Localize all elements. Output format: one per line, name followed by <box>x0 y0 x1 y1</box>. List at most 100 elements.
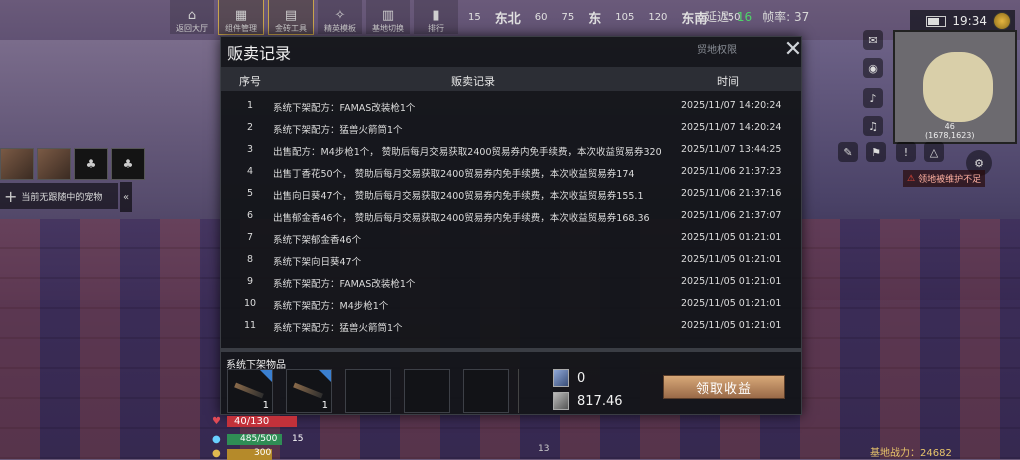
base-power: 基地战力：24682 <box>870 448 952 459</box>
row-text: 系统下架向日葵47个 <box>273 257 362 268</box>
warning-text: 领地被维护不足 <box>918 175 982 185</box>
minimap[interactable]: 46 (1678,1623) <box>893 30 1017 144</box>
alert-icon[interactable]: ! <box>896 142 916 162</box>
warning-icon[interactable]: △ <box>924 142 944 162</box>
compass-tick: 120 <box>648 11 668 23</box>
pet-avatar[interactable] <box>37 148 71 180</box>
minimap-coordinates: 46 (1678,1623) <box>925 122 975 140</box>
dialog-title: 贩卖记录 <box>227 44 292 63</box>
compass-tick: 75 <box>561 11 575 23</box>
fps-label: 帧率: <box>762 10 791 24</box>
plus-icon: + <box>4 186 18 206</box>
hud-btn-label: 排行 <box>428 24 444 33</box>
follow-pet-text: 当前无跟随中的宠物 <box>21 192 103 203</box>
follow-pet-panel[interactable]: + 当前无跟随中的宠物 <box>0 183 118 209</box>
home-icon: ⌂ <box>187 8 197 23</box>
trade-voucher-icon <box>553 392 569 410</box>
speaker-icon[interactable]: ♫ <box>863 116 883 136</box>
coin-icon[interactable] <box>993 12 1011 30</box>
row-time: 2025/11/05 01:21:01 <box>681 276 782 287</box>
flag-icon[interactable]: ⚑ <box>866 142 886 162</box>
row-index: 8 <box>246 254 254 265</box>
row-text: 系统下架配方：FAMAS改装枪1个 <box>273 279 416 290</box>
ranking-icon: ▮ <box>432 8 440 23</box>
grid-icon: ▦ <box>234 8 248 23</box>
row-index: 5 <box>246 188 254 199</box>
compass-bar: 15 东北 60 75 东 105 120 东南 150 <box>468 8 741 27</box>
row-time: 2025/11/05 01:21:01 <box>681 320 782 331</box>
column-time: 时间 <box>717 75 739 88</box>
hotbar-number: 13 <box>538 444 550 454</box>
table-row: 2 系统下架配方：猛兽火箭筒1个 2025/11/07 14:20:24 <box>221 117 801 139</box>
row-time: 2025/11/07 13:44:25 <box>681 144 782 155</box>
compass-dir: 东南 <box>681 11 708 27</box>
trade-ticket-icon <box>553 369 569 387</box>
pet-avatar-row: ♣ ♣ <box>0 148 145 180</box>
fps-readout: 帧率: 37 <box>762 8 809 25</box>
row-time: 2025/11/07 14:20:24 <box>681 122 782 133</box>
item-slot[interactable] <box>404 369 450 413</box>
compass-tick: 105 <box>615 11 635 23</box>
row-time: 2025/11/05 01:21:01 <box>681 232 782 243</box>
rifle-icon <box>293 382 323 399</box>
home-button[interactable]: ⌂ 返回大厅 <box>170 0 214 34</box>
table-row: 7 系统下架郁金香46个 2025/11/05 01:21:01 <box>221 227 801 249</box>
empty-slot-icon[interactable]: ♣ <box>111 148 145 180</box>
row-time: 2025/11/07 14:20:24 <box>681 100 782 111</box>
item-slot[interactable] <box>463 369 509 413</box>
compass-tick: 60 <box>534 11 548 23</box>
camera-icon[interactable]: ◉ <box>863 58 883 78</box>
row-index: 9 <box>246 276 254 287</box>
record-list[interactable]: 1 系统下架配方：FAMAS改装枪1个 2025/11/07 14:20:24 2 系… <box>221 95 801 347</box>
row-text: 系统下架郁金香46个 <box>273 235 362 246</box>
clock-time: 19:34 <box>952 14 987 28</box>
row-index: 2 <box>246 122 254 133</box>
table-row: 5 出售向日葵47个， 赞助后每月交易获取2400贸易券内免手续费，本次收益贸易券… <box>221 183 801 205</box>
mech-icon: ✧ <box>334 8 346 23</box>
row-index: 7 <box>246 232 254 243</box>
item-slot[interactable] <box>345 369 391 413</box>
row-time: 2025/11/05 01:21:01 <box>681 298 782 309</box>
table-row: 10 系统下架配方：M4步枪1个 2025/11/05 01:21:01 <box>221 293 801 315</box>
rank-button[interactable]: ▮ 排行 <box>414 0 458 34</box>
item-slot[interactable]: 1 <box>286 369 332 413</box>
home-label: 返回大厅 <box>176 24 208 33</box>
empty-slot-icon[interactable]: ♣ <box>74 148 108 180</box>
minimap-coord-text: (1678,1623) <box>925 131 975 140</box>
template-button[interactable]: ✧ 精英模板 <box>318 0 362 34</box>
latency-value: 16 <box>736 10 753 24</box>
mail-icon[interactable]: ✉ <box>863 30 883 50</box>
item-slot[interactable]: 1 <box>227 369 273 413</box>
tools-button[interactable]: ▤ 金砖工具 <box>268 0 314 35</box>
row-text: 出售配方：M4步枪1个， 赞助后每月交易获取2400贸易券内免手续费，本次收益贸… <box>273 147 662 158</box>
hud-btn-label: 精英模板 <box>324 24 356 33</box>
row-text: 出售郁金香46个， 赞助后每月交易获取2400贸易券内免手续费，本次收益贸易券1… <box>273 213 650 224</box>
row-index: 11 <box>243 320 257 331</box>
collapse-panel-button[interactable]: « <box>120 182 132 212</box>
table-row: 4 出售丁香花50个， 赞助后每月交易获取2400贸易券内免手续费，本次收益贸易券… <box>221 161 801 183</box>
pet-avatar[interactable] <box>0 148 34 180</box>
water-icon: ● <box>212 434 221 445</box>
compass-tick: 15 <box>468 11 481 23</box>
currency-row-2: 817.46 <box>553 392 623 410</box>
claim-earnings-button[interactable]: 领取收益 <box>663 375 785 399</box>
component-manage-button[interactable]: ▦ 组件管理 <box>218 0 264 35</box>
close-icon[interactable]: ✕ <box>781 39 805 63</box>
column-index: 序号 <box>239 75 261 88</box>
clock-bar: 19:34 <box>910 10 1015 32</box>
building-icon: ▥ <box>381 8 395 23</box>
territory-warning[interactable]: ⚠ 领地被维护不足 <box>903 170 986 187</box>
wrench-icon[interactable]: ✎ <box>838 142 858 162</box>
food-text: 300 <box>254 448 272 458</box>
list-divider <box>221 348 801 352</box>
faded-subtitle: 贸地权限 <box>697 45 737 56</box>
sales-record-dialog: 贩卖记录 贸地权限 ✕ 序号 贩卖记录 时间 1 系统下架配方：FAMAS改装枪1… <box>220 36 802 415</box>
food-icon: ● <box>212 448 221 459</box>
table-row: 3 出售配方：M4步枪1个， 赞助后每月交易获取2400贸易券内免手续费，本次收益… <box>221 139 801 161</box>
warning-triangle-icon: ⚠ <box>907 173 916 184</box>
minimap-level: 46 <box>944 122 955 131</box>
microphone-icon[interactable]: ♪ <box>863 88 883 108</box>
rifle-icon <box>234 382 264 399</box>
base-switch-button[interactable]: ▥ 基地切换 <box>366 0 410 34</box>
compass-dir: 东 <box>588 11 602 27</box>
